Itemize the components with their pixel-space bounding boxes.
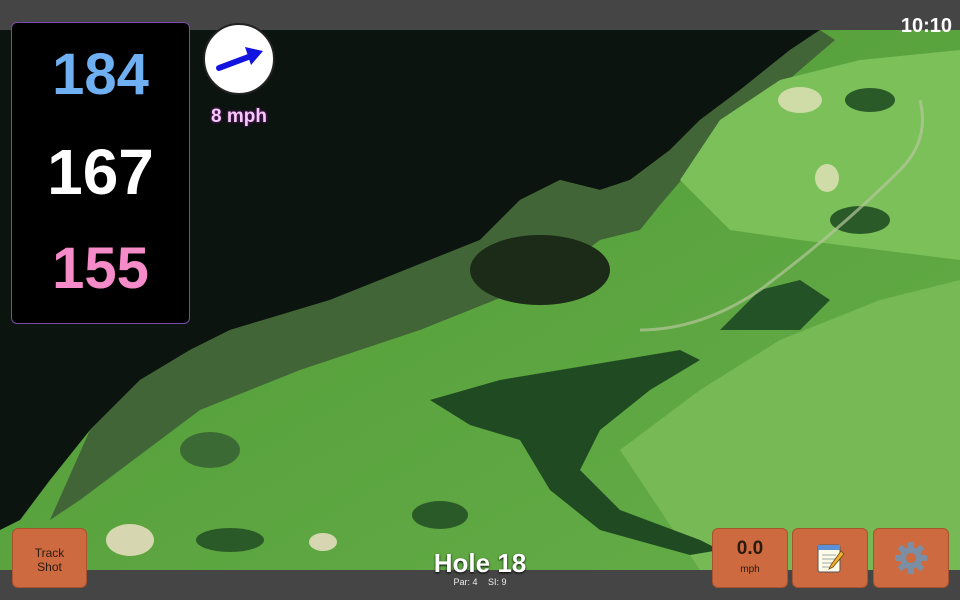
track-shot-button[interactable]: Track Shot (12, 528, 87, 588)
track-shot-label-line1: Track (34, 546, 65, 560)
gear-icon (895, 542, 927, 574)
notes-button[interactable] (792, 528, 868, 588)
speed-unit: mph (740, 564, 760, 575)
settings-button[interactable] (873, 528, 949, 588)
wind-speed-label: 8 mph (211, 106, 267, 127)
speed-value: 0.0 (736, 538, 764, 559)
status-clock: 10:10 (900, 15, 952, 37)
track-shot-label-line2: Shot (37, 560, 62, 574)
middle-distance: 167 (47, 136, 154, 208)
front-distance: 155 (52, 236, 149, 301)
wind-indicator (203, 23, 275, 95)
speed-button[interactable]: 0.0 mph (712, 528, 788, 588)
wind-direction-arrow-icon (216, 47, 263, 71)
golf-gps-screen: 10:10 184 167 155 8 mph Track Shot Hole … (0, 0, 960, 600)
back-distance: 184 (52, 42, 149, 107)
distance-panel: 184 167 155 (11, 22, 190, 324)
hole-stroke-index: SI: 9 (488, 577, 507, 587)
notepad-icon (817, 544, 845, 573)
hole-details: Par: 4 SI: 9 (380, 577, 580, 587)
hole-title: Hole 18 (433, 548, 527, 578)
hole-par: Par: 4 (453, 577, 478, 587)
